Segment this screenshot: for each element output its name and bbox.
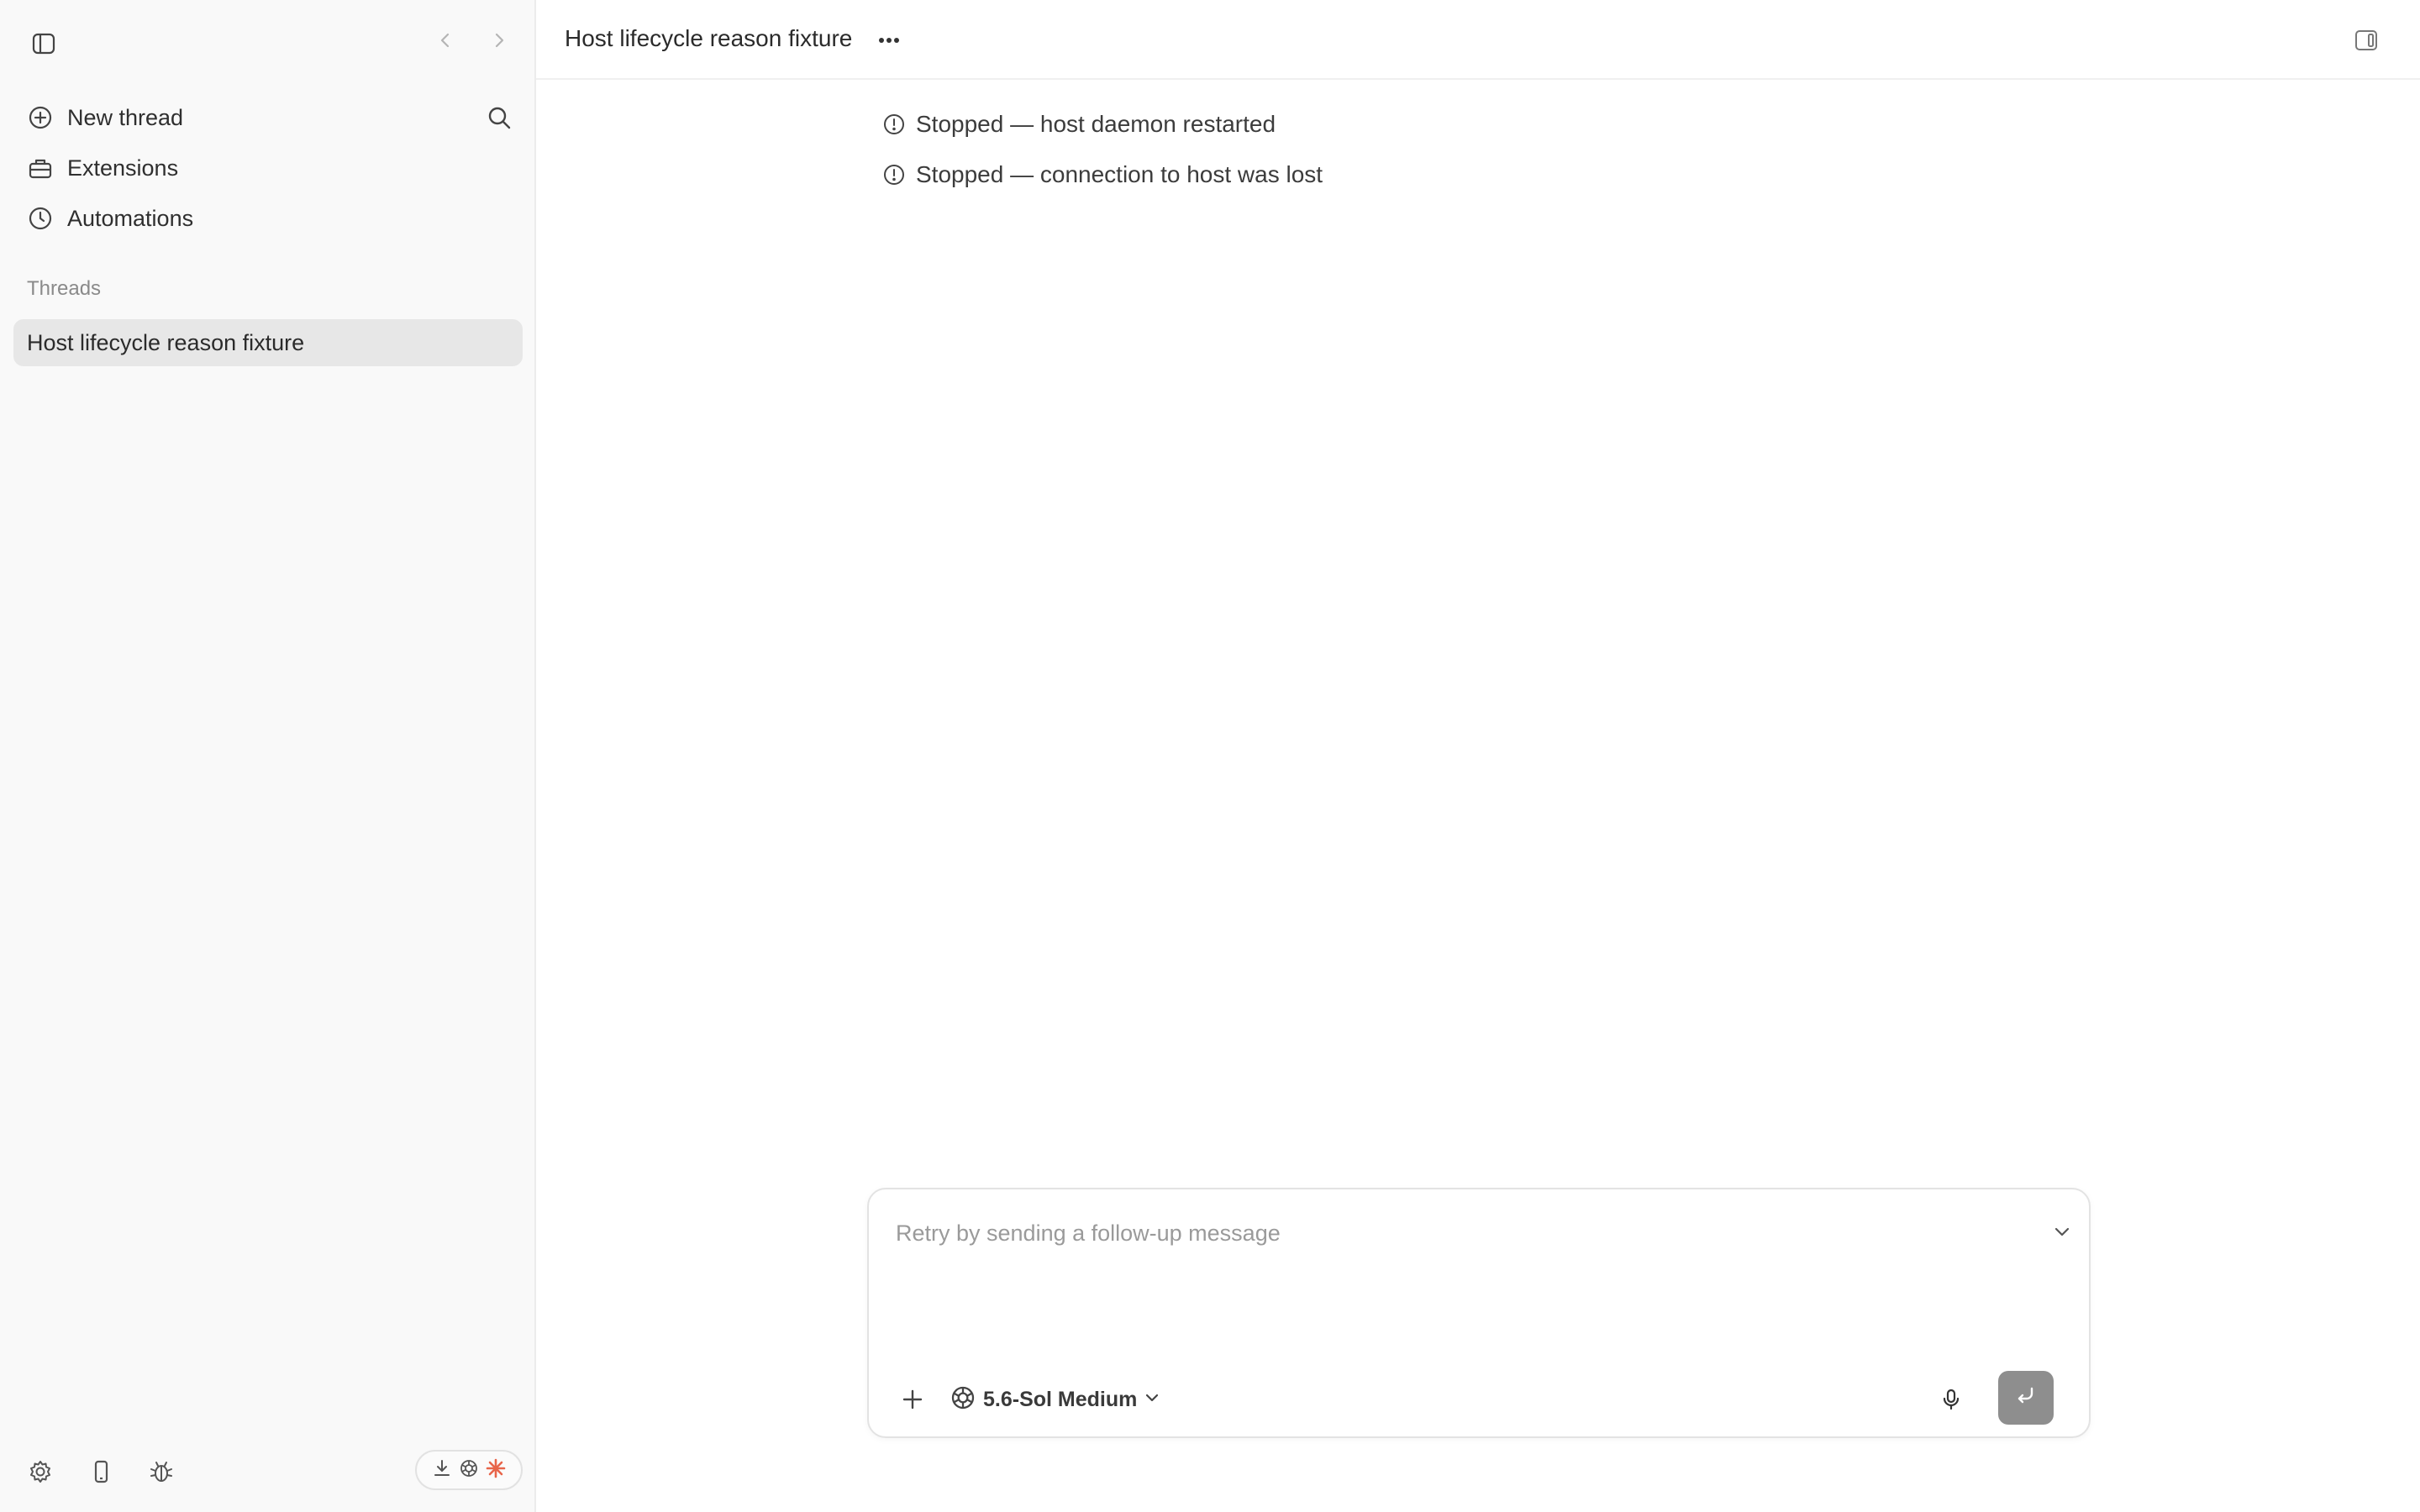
status-message: Stopped — connection to host was lost: [881, 158, 1323, 192]
nav-label-new-thread: New thread: [67, 104, 184, 130]
page-title: Host lifecycle reason fixture: [565, 25, 853, 51]
clock-icon: [27, 205, 54, 232]
nav-label-automations: Automations: [67, 205, 194, 231]
thread-item-label: Host lifecycle reason fixture: [27, 329, 305, 355]
alert-circle-icon: [881, 111, 908, 138]
alert-circle-icon: [881, 161, 908, 188]
phone-icon[interactable]: [84, 1455, 118, 1488]
send-button[interactable]: [1998, 1371, 2054, 1425]
status-message-text: Stopped — connection to host was lost: [916, 161, 1323, 187]
model-label: 5.6-Sol Medium: [983, 1387, 1138, 1411]
new-thread-button[interactable]: New thread: [13, 93, 523, 142]
plus-circle-icon: [27, 104, 54, 131]
download-icon: [432, 1458, 452, 1483]
toolbox-icon: [27, 155, 54, 181]
chevron-right-icon[interactable]: [484, 25, 514, 55]
chevron-down-icon[interactable]: [2045, 1215, 2079, 1248]
microphone-icon[interactable]: [1933, 1381, 1970, 1418]
chevron-down-icon: [1144, 1389, 1160, 1410]
composer: 5.6-Sol Medium: [867, 1188, 2091, 1438]
sidebar: New thread Extensions Automations Thread…: [0, 0, 536, 1512]
ellipsis-icon[interactable]: [872, 24, 906, 57]
gear-icon[interactable]: [24, 1455, 57, 1488]
automations-button[interactable]: Automations: [13, 194, 523, 243]
app-window: New thread Extensions Automations Thread…: [0, 0, 2420, 1512]
bug-icon[interactable]: [145, 1455, 178, 1488]
search-icon[interactable]: [482, 101, 516, 134]
spark-icon: [486, 1458, 506, 1483]
main-panel: Host lifecycle reason fixture Stopped — …: [536, 0, 2420, 1512]
message-input[interactable]: [896, 1215, 1988, 1252]
extensions-button[interactable]: Extensions: [13, 144, 523, 192]
thread-item-selected[interactable]: Host lifecycle reason fixture: [13, 319, 523, 366]
openai-icon: [950, 1384, 976, 1415]
model-selector[interactable]: 5.6-Sol Medium: [950, 1381, 1160, 1418]
plus-icon[interactable]: [894, 1381, 931, 1418]
threads-heading: Threads: [27, 277, 102, 300]
status-pill[interactable]: [415, 1450, 523, 1490]
chevron-left-icon[interactable]: [430, 25, 460, 55]
status-message-text: Stopped — host daemon restarted: [916, 111, 1276, 137]
topbar: Host lifecycle reason fixture: [536, 0, 2420, 80]
sidebar-toggle-icon[interactable]: [27, 27, 60, 60]
return-arrow-icon: [2013, 1383, 2039, 1413]
right-panel-toggle-icon[interactable]: [2349, 24, 2383, 57]
openai-icon: [459, 1458, 479, 1483]
status-message: Stopped — host daemon restarted: [881, 108, 1276, 141]
nav-label-extensions: Extensions: [67, 155, 179, 181]
